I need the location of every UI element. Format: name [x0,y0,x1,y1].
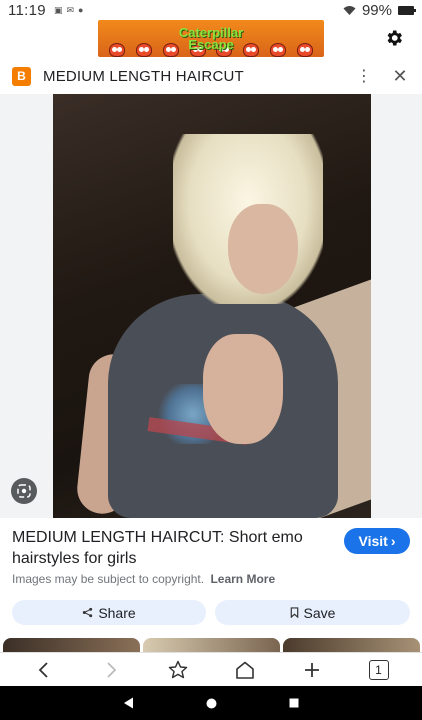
browser-toolbar: 1 [0,652,422,686]
new-tab-button[interactable] [292,655,332,685]
system-nav-bar [0,686,422,720]
caterpillar-icon [269,43,286,57]
back-arrow-icon [38,661,48,678]
caterpillar-icon [296,43,313,57]
ad-title: Caterpillar Escape [179,26,243,52]
bookmarks-button[interactable] [158,655,198,685]
back-button[interactable] [24,655,64,685]
visit-label: Visit [358,533,388,549]
wifi-icon [343,5,356,15]
ad-title-line2: Escape [188,36,234,52]
preview-image[interactable] [53,94,371,518]
related-image-thumb[interactable] [283,638,420,652]
page-title[interactable]: MEDIUM LENGTH HAIRCUT [43,68,244,85]
caterpillar-icon [109,43,126,57]
nav-back-icon[interactable] [123,697,134,709]
caterpillar-icon [162,43,179,57]
plus-icon [304,662,319,677]
related-image-thumb[interactable] [3,638,140,652]
close-icon[interactable]: ✕ [390,66,410,87]
share-label: Share [98,604,136,621]
ad-banner[interactable]: Caterpillar Escape [98,20,324,57]
tabs-button[interactable]: 1 [359,655,399,685]
nav-home-icon[interactable] [206,698,217,709]
status-right: 99% [343,1,416,19]
learn-more-link[interactable]: Learn More [210,572,275,586]
result-info-panel: MEDIUM LENGTH HAIRCUT: Short emo hairsty… [0,518,422,638]
battery-percent: 99% [361,1,392,19]
home-button[interactable] [225,655,265,685]
save-button[interactable]: Save [215,600,410,625]
result-header: B MEDIUM LENGTH HAIRCUT ⋮ ✕ [0,62,422,90]
lens-icon [17,484,31,498]
nav-recents-icon[interactable] [289,698,299,708]
related-image-thumb[interactable] [143,638,280,652]
battery-icon [398,5,416,15]
save-label: Save [303,604,336,621]
star-icon [168,660,187,679]
share-button[interactable]: Share [12,600,206,625]
chat-icon: ● [78,4,84,15]
gear-icon[interactable] [384,28,404,48]
copyright-notice: Images may be subject to copyright. Lear… [12,572,275,586]
copyright-text: Images may be subject to copyright. [12,572,205,586]
share-icon [83,607,93,618]
caterpillar-icon [136,43,153,57]
caterpillar-icon [243,43,260,57]
home-icon [235,661,254,679]
forward-arrow-icon [106,661,116,678]
chevron-right-icon: › [390,533,396,549]
status-bar: 11:19 ▣ ✉ ● 99% [0,0,422,20]
lens-search-button[interactable] [11,478,37,504]
tab-count: 1 [368,659,389,680]
notification-icons: ▣ ✉ ● [54,5,84,16]
blogger-icon: B [12,66,31,86]
notification-icon: ▣ [53,4,63,15]
visit-button[interactable]: Visit › [344,528,410,554]
result-title[interactable]: MEDIUM LENGTH HAIRCUT: Short emo hairsty… [12,527,332,569]
photo-hand [203,334,283,444]
more-options-icon[interactable]: ⋮ [354,66,374,86]
mail-icon: ✉ [66,4,74,15]
status-time: 11:19 [8,1,46,19]
bookmark-icon [290,607,298,618]
photo-face [228,204,298,294]
forward-button[interactable] [91,655,131,685]
image-preview-area [0,94,422,518]
related-images-strip [0,638,422,652]
